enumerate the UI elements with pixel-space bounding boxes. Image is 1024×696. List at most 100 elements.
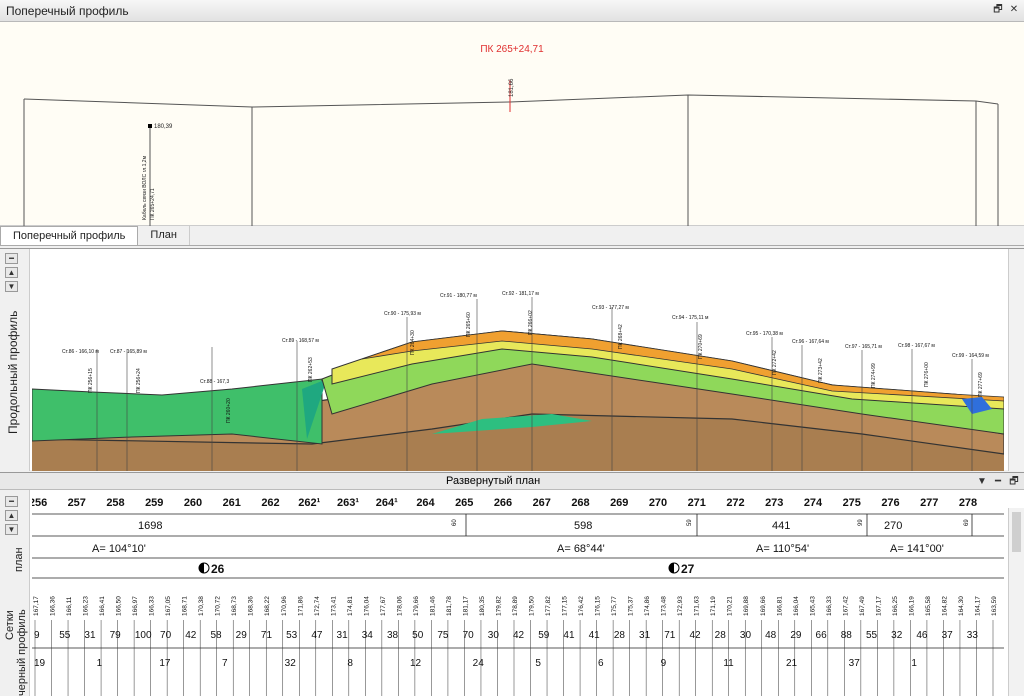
station-label: Ст.97 - 165,71 м [845,344,882,350]
elevation-value: 176,42 [578,596,585,616]
elevation-value: 167,42 [842,596,849,616]
collapse-button[interactable]: ━ [5,253,18,264]
distance-value: 31 [639,630,651,641]
segment-1-length: 1698 [138,520,162,532]
elevation-value: 166,33 [826,596,833,616]
scroll-up-button[interactable]: ▲ [5,267,18,278]
dropdown-icon[interactable]: ▼ [976,475,988,489]
profile-scrollbar[interactable] [1008,249,1024,471]
station-pk: ПК 260+20 [226,398,232,423]
tab-plan[interactable]: План [138,226,190,245]
elevation-value: 168,71 [182,596,189,616]
station-pk: ПК 264+30 [410,330,416,355]
station-pk: ПК 265+60 [466,312,472,337]
distance-value: 53 [286,630,298,641]
tab-cross-section[interactable]: Поперечный профиль [0,226,139,245]
mark-2: 59 [687,519,693,526]
grids-label: Сетки [4,610,16,640]
elevation-value: 170,38 [198,596,205,616]
grid-up-button[interactable]: ▲ [5,510,18,521]
station-label: Ст.91 - 180,77 м [440,293,477,299]
segment-3-length: 441 [772,520,790,532]
cross-section-header: Поперечный профиль 🗗 ✕ [0,0,1024,22]
station-label: Ст.94 - 175,11 м [672,315,709,321]
distance-value: 46 [916,630,928,641]
cable-marker-icon [148,124,152,128]
elevation-value: 168,22 [264,596,271,616]
station-pk: ПК 266+02 [528,310,534,335]
distance-value: 71 [261,630,273,641]
segment-4-length: 270 [884,520,902,532]
restore-icon[interactable]: 🗗 [1008,475,1020,489]
distance-value: 30 [488,630,500,641]
plan-grid-canvas[interactable]: 256257258259260261262262¹263¹264¹2642652… [32,490,1004,696]
grid-collapse-button[interactable]: ━ [5,496,18,507]
distance-value: 59 [538,630,550,641]
pk-label: ПК 265+24,71 [480,44,544,55]
left-elevation: 180,39 [154,124,173,130]
elevation-value: 176,15 [595,596,602,616]
distance-value: 70 [463,630,475,641]
distance-value: 24 [473,658,485,669]
elevation-value: 179,66 [413,596,420,616]
distance-value: 33 [967,630,979,641]
elevation-value: 166,81 [776,596,783,616]
picket-label: 275 [843,497,861,509]
minimize-icon[interactable]: ━ [992,475,1004,489]
restore-icon[interactable]: 🗗 [992,3,1004,17]
mark-3: 99 [858,519,864,526]
elevation-value: 167,17 [33,596,40,616]
distance-value: 88 [841,630,853,641]
cable-pk: ПК 265+24,71 [150,188,156,220]
distance-value: 41 [589,630,601,641]
close-icon[interactable]: ✕ [1008,3,1020,17]
station-label: Ст.99 - 164,59 м [952,353,989,359]
distance-value: 55 [866,630,878,641]
elevation-value: 167,49 [859,596,866,616]
elevation-value: 178,89 [512,596,519,616]
station-label: Ст.93 - 177,27 м [592,305,629,311]
station-label: Ст.98 - 167,67 м [898,343,935,349]
distance-value: 9 [34,630,40,641]
station-label: Ст.89 - 168,57 м [282,338,319,344]
distance-value: 29 [236,630,248,641]
picket-label: 272 [726,497,744,509]
distance-value: 17 [159,658,171,669]
station-pk: ПК 276+00 [924,362,930,387]
picket-label: 262 [261,497,279,509]
station-pk: ПК 270+69 [698,334,704,359]
grid-scroll-thumb[interactable] [1012,512,1021,552]
station-label: Ст.96 - 167,64 м [792,339,829,345]
picket-label: 259 [145,497,163,509]
distance-value: 31 [84,630,96,641]
elevation-value: 177,82 [545,596,552,616]
picket-label: 277 [920,497,938,509]
grid-down-button[interactable]: ▼ [5,524,18,535]
cross-section-canvas[interactable]: ПК 265+24,71 181,66 180,39 Кабель связи … [0,22,1024,226]
elevation-value: 178,06 [396,596,403,616]
elevation-value: 171,63 [694,596,701,616]
elevation-value: 181,17 [462,596,469,616]
grid-scrollbar[interactable] [1008,508,1024,696]
elevation-value: 166,19 [908,596,915,616]
distance-value: 37 [942,630,954,641]
elevation-value: 180,35 [479,596,486,616]
distance-value: 32 [285,658,297,669]
picket-label: 270 [649,497,667,509]
elevation-value: 166,50 [116,596,123,616]
distance-value: 8 [347,658,353,669]
elevation-value: 163,59 [991,596,998,616]
elevation-value: 175,37 [628,596,635,616]
elevation-value: 172,74 [314,596,321,616]
picket-label: 261 [223,497,241,509]
station-pk: ПК 268+42 [618,324,624,349]
scroll-down-button[interactable]: ▼ [5,281,18,292]
station-label: Ст.95 - 170,38 м [746,331,783,337]
profile-canvas[interactable]: Ст.86 - 166,10 м ПК 256+15 Ст.87 - 165,89 … [32,249,1004,471]
elevation-value: 165,58 [925,596,932,616]
elevation-value: 167,17 [875,596,882,616]
picket-label: 273 [765,497,783,509]
elevation-value: 164,82 [941,596,948,616]
distance-value: 5 [535,658,541,669]
grid-side-panel: ━ ▲ ▼ план Сетки черный профиль [0,490,30,696]
